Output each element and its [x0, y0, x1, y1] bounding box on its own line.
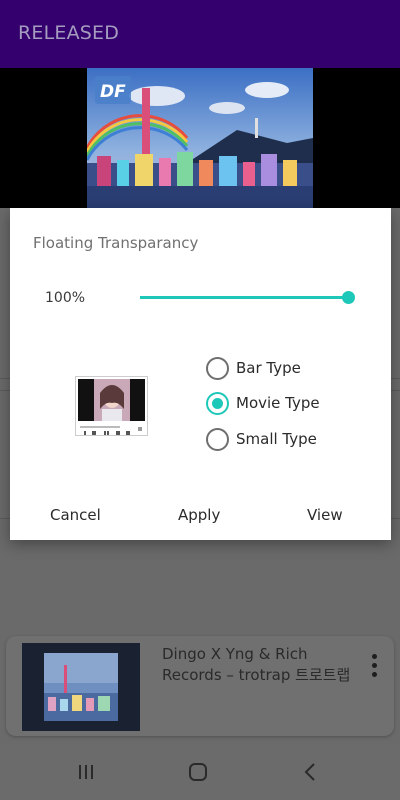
radio-small-type[interactable]: Small Type [206, 427, 366, 453]
radio-unchecked-icon[interactable] [206, 357, 229, 380]
transparency-value-label: 100% [45, 290, 86, 306]
radio-movie-type[interactable]: Movie Type [206, 391, 366, 417]
app-bar-title: RELEASED [18, 22, 120, 44]
home-icon[interactable] [178, 758, 218, 786]
system-nav-bar [0, 744, 400, 800]
slider-fill [140, 296, 348, 299]
cancel-button[interactable]: Cancel [50, 506, 101, 524]
recent-apps-icon[interactable] [66, 758, 106, 786]
slider-thumb[interactable] [342, 291, 355, 304]
view-button[interactable]: View [307, 506, 343, 524]
radio-checked-icon[interactable] [206, 392, 229, 415]
app-bar: RELEASED [0, 0, 400, 68]
radio-label: Small Type [236, 430, 317, 448]
apply-button[interactable]: Apply [178, 506, 220, 524]
svg-text:DF: DF [100, 82, 126, 102]
back-icon[interactable] [290, 758, 330, 786]
mini-player-title: Dingo X Yng & Rich Records – trotrap 트로트… [162, 645, 351, 684]
mini-player-thumbnail [22, 643, 140, 731]
radio-unchecked-icon[interactable] [206, 428, 229, 451]
preview-player-controls [78, 422, 145, 435]
dialog-title: Floating Transparancy [33, 234, 199, 252]
preview-image [78, 379, 145, 421]
mini-player[interactable]: Dingo X Yng & Rich Records – trotrap 트로트… [6, 636, 394, 736]
transparency-slider[interactable] [140, 288, 355, 308]
video-thumbnail[interactable]: DF [87, 68, 313, 208]
radio-bar-type[interactable]: Bar Type [206, 356, 366, 382]
more-vert-icon[interactable] [366, 654, 382, 684]
radio-label: Movie Type [236, 394, 320, 412]
floating-transparency-dialog: Floating Transparancy 100% Bar Type Movi… [10, 208, 391, 540]
radio-label: Bar Type [236, 359, 301, 377]
floating-type-preview [75, 376, 148, 436]
